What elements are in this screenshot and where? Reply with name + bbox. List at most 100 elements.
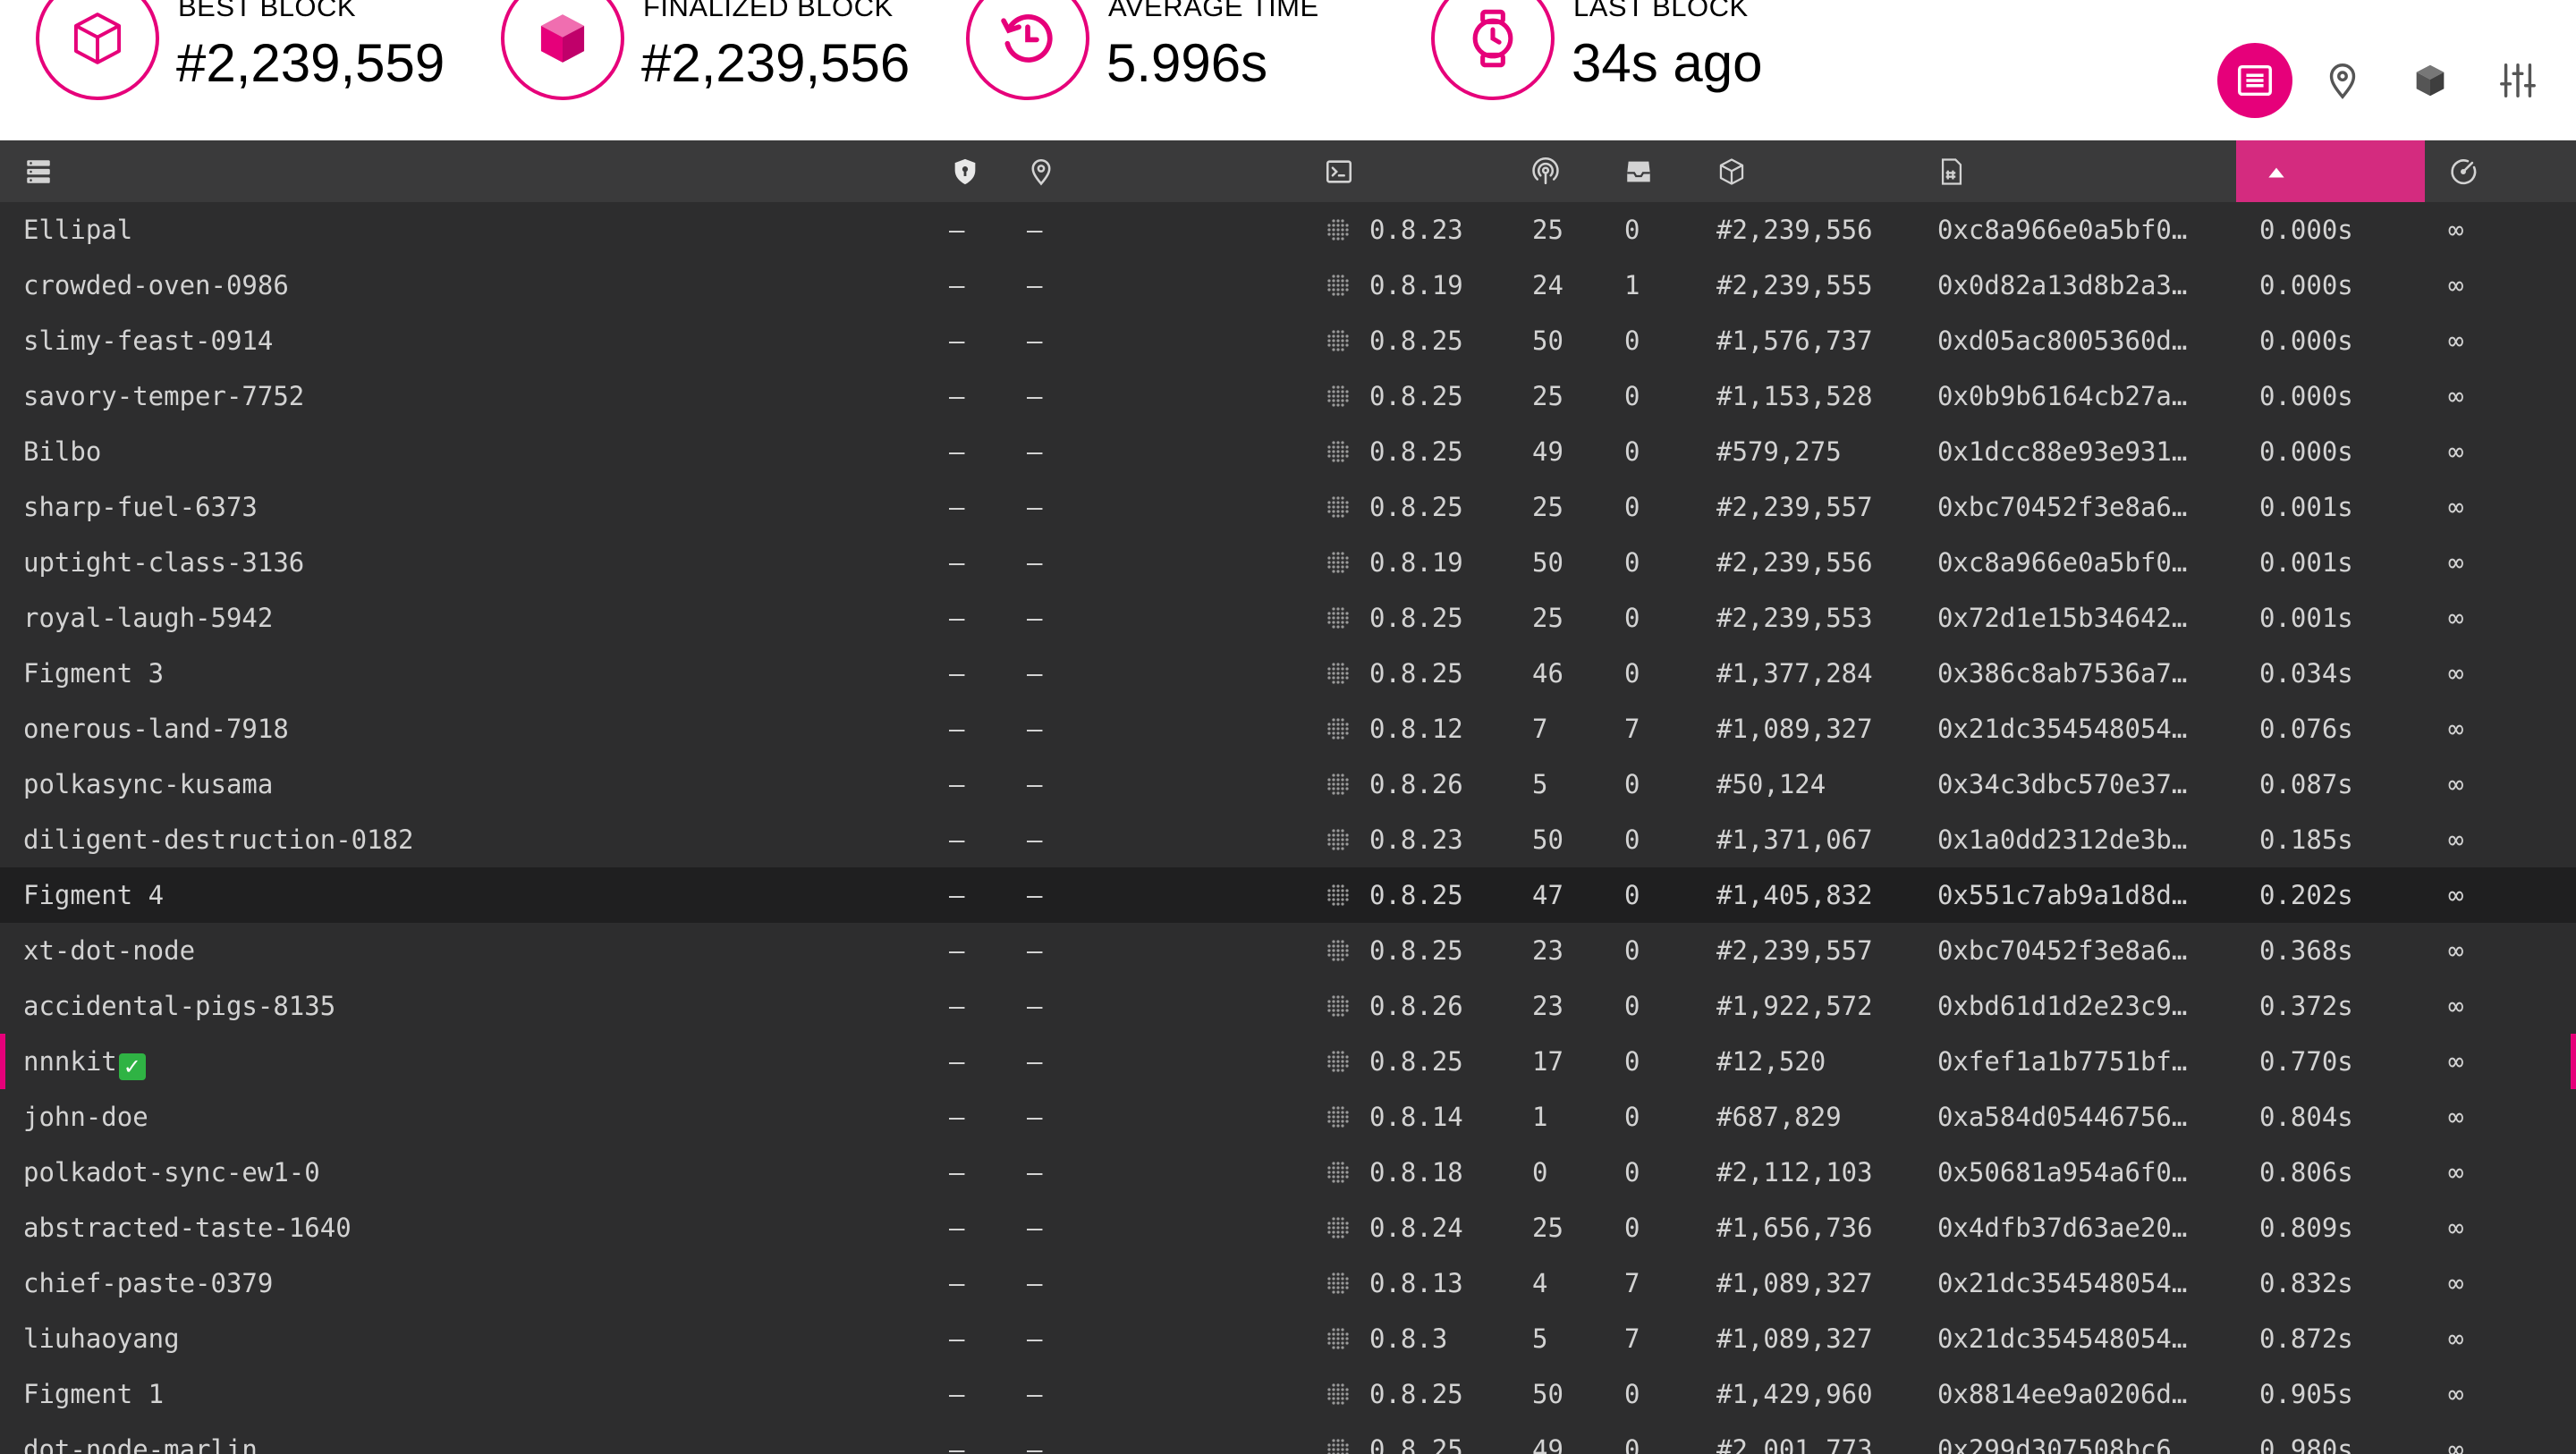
node-name: Figment 3 bbox=[23, 658, 164, 689]
location-cell: – bbox=[1027, 824, 1043, 855]
column-location[interactable] bbox=[1026, 156, 1056, 187]
table-row[interactable]: Figment 1 – – 0.8.25 50 0 #1,429,960 0x8814ee9a… bbox=[0, 1366, 2576, 1422]
column-block-hash[interactable] bbox=[1936, 156, 1967, 187]
block-time-cell: 0.368s bbox=[2259, 935, 2353, 966]
node-name: polkadot-sync-ew1-0 bbox=[23, 1157, 320, 1188]
stat-average-time-value: 5.996s bbox=[1106, 33, 1268, 93]
table-row[interactable]: john-doe – – 0.8.14 1 0 #687,829 0xa584d0544675… bbox=[0, 1089, 2576, 1145]
stat-last-block-circle bbox=[1431, 0, 1555, 100]
table-row[interactable]: liuhaoyang – – 0.8.3 5 7 #1,089,327 0x21dc35454… bbox=[0, 1311, 2576, 1366]
column-node-name[interactable] bbox=[23, 156, 54, 187]
transactions-cell: 0 bbox=[1624, 1379, 1640, 1409]
list-view-button[interactable] bbox=[2217, 43, 2292, 118]
location-cell: – bbox=[1027, 215, 1043, 245]
block-cell: #579,275 bbox=[1716, 436, 1842, 467]
stat-finalized-block-value: #2,239,556 bbox=[641, 33, 911, 93]
block-cell: #687,829 bbox=[1716, 1102, 1842, 1132]
column-block[interactable] bbox=[1716, 156, 1747, 187]
table-row[interactable]: dot-node-marlin – – 0.8.25 49 0 #2,001,773 0x29… bbox=[0, 1422, 2576, 1454]
table-row[interactable]: Ellipal – – 0.8.23 25 0 #2,239,556 0xc8a966e0a5… bbox=[0, 202, 2576, 258]
block-cell: #1,576,737 bbox=[1716, 325, 1873, 356]
stats-header: BEST BLOCK #2,239,559 FINALIZED BLOCK #2… bbox=[0, 0, 2576, 140]
version-cell: 0.8.18 bbox=[1369, 1157, 1463, 1188]
table-row[interactable]: xt-dot-node – – 0.8.25 23 0 #2,239,557 0xbc7045… bbox=[0, 923, 2576, 978]
column-block-time-sorted[interactable] bbox=[2236, 140, 2425, 202]
column-validator[interactable] bbox=[950, 156, 980, 187]
sort-ascending-icon bbox=[2268, 167, 2284, 178]
propagation-cell: ∞ bbox=[2448, 714, 2464, 744]
map-view-button[interactable] bbox=[2305, 43, 2380, 118]
server-icon bbox=[27, 160, 50, 183]
column-implementation[interactable] bbox=[1324, 156, 1354, 187]
table-row[interactable]: Figment 3 – – 0.8.25 46 0 #1,377,284 0x386c8ab7… bbox=[0, 646, 2576, 701]
block-time-cell: 0.087s bbox=[2259, 769, 2353, 799]
block-cell: #1,429,960 bbox=[1716, 1379, 1873, 1409]
table-row[interactable]: crowded-oven-0986 – – 0.8.19 24 1 #2,239,555 0x… bbox=[0, 258, 2576, 313]
location-cell: – bbox=[1027, 1379, 1043, 1409]
propagation-cell: ∞ bbox=[2448, 1102, 2464, 1132]
transactions-cell: 1 bbox=[1624, 270, 1640, 300]
settings-button[interactable] bbox=[2480, 43, 2555, 118]
block-hash-cell: 0xd05ac8005360d… bbox=[1937, 325, 2188, 356]
implementation-icon bbox=[1325, 882, 1352, 909]
location-pin-icon bbox=[1031, 158, 1051, 186]
block-time-cell: 0.980s bbox=[2259, 1434, 2353, 1454]
block-cell: #2,001,773 bbox=[1716, 1434, 1873, 1454]
table-row[interactable]: accidental-pigs-8135 – – 0.8.26 23 0 #1,922,57… bbox=[0, 978, 2576, 1034]
validator-cell: – bbox=[949, 215, 965, 245]
consensus-button[interactable] bbox=[2393, 43, 2468, 118]
node-name: crowded-oven-0986 bbox=[23, 270, 289, 300]
stat-last-block-value: 34s ago bbox=[1572, 33, 1763, 93]
location-cell: – bbox=[1027, 381, 1043, 411]
implementation-icon bbox=[1325, 993, 1352, 1019]
implementation-icon bbox=[1325, 438, 1352, 465]
version-cell: 0.8.25 bbox=[1369, 658, 1463, 689]
version-cell: 0.8.26 bbox=[1369, 769, 1463, 799]
transactions-cell: 0 bbox=[1624, 603, 1640, 633]
column-peers[interactable] bbox=[1530, 156, 1561, 187]
table-row[interactable]: royal-laugh-5942 – – 0.8.25 25 0 #2,239,553 0x7… bbox=[0, 590, 2576, 646]
propagation-cell: ∞ bbox=[2448, 1379, 2464, 1409]
table-row[interactable]: Bilbo – – 0.8.25 49 0 #579,275 0x1dcc88e93e931…… bbox=[0, 424, 2576, 479]
propagation-cell: ∞ bbox=[2448, 880, 2464, 910]
block-time-cell: 0.202s bbox=[2259, 880, 2353, 910]
inbox-icon bbox=[1627, 161, 1650, 182]
block-cell: #2,239,556 bbox=[1716, 215, 1873, 245]
block-time-cell: 0.001s bbox=[2259, 492, 2353, 522]
table-row[interactable]: uptight-class-3136 – – 0.8.19 50 0 #2,239,556 0… bbox=[0, 535, 2576, 590]
node-name: accidental-pigs-8135 bbox=[23, 991, 335, 1021]
block-time-cell: 0.001s bbox=[2259, 603, 2353, 633]
implementation-icon bbox=[1325, 549, 1352, 576]
table-row[interactable]: savory-temper-7752 – – 0.8.25 25 0 #1,153,528 0… bbox=[0, 368, 2576, 424]
table-row[interactable]: chief-paste-0379 – – 0.8.13 4 7 #1,089,327 0x21… bbox=[0, 1255, 2576, 1311]
location-cell: – bbox=[1027, 991, 1043, 1021]
table-row[interactable]: diligent-destruction-0182 – – 0.8.23 50 0 #1,3… bbox=[0, 812, 2576, 867]
peers-cell: 50 bbox=[1532, 325, 1563, 356]
table-row[interactable]: abstracted-taste-1640 – – 0.8.24 25 0 #1,656,7… bbox=[0, 1200, 2576, 1255]
table-row[interactable]: Figment 4 – – 0.8.25 47 0 #1,405,832 0x551c7ab9… bbox=[0, 867, 2576, 923]
location-cell: – bbox=[1027, 325, 1043, 356]
column-transactions[interactable] bbox=[1623, 156, 1654, 187]
block-hash-cell: 0xbc70452f3e8a6… bbox=[1937, 492, 2188, 522]
cube-outline-icon bbox=[73, 13, 122, 64]
table-row[interactable]: nnnkit ✓ – – 0.8.25 17 0 #12,520 0xfef1a1b7751bf… bbox=[0, 1034, 2576, 1089]
block-time-cell: 0.372s bbox=[2259, 991, 2353, 1021]
table-row[interactable]: slimy-feast-0914 – – 0.8.25 50 0 #1,576,737 0xd… bbox=[0, 313, 2576, 368]
location-cell: – bbox=[1027, 769, 1043, 799]
transactions-cell: 0 bbox=[1624, 658, 1640, 689]
block-hash-cell: 0x0d82a13d8b2a3… bbox=[1937, 270, 2188, 300]
table-row[interactable]: onerous-land-7918 – – 0.8.12 7 7 #1,089,327 0x2… bbox=[0, 701, 2576, 757]
table-row[interactable]: polkasync-kusama – – 0.8.26 5 0 #50,124 0x34c3d… bbox=[0, 757, 2576, 812]
block-hash-cell: 0xbd61d1d2e23c9… bbox=[1937, 991, 2188, 1021]
peers-cell: 25 bbox=[1532, 603, 1563, 633]
transactions-cell: 7 bbox=[1624, 1323, 1640, 1354]
peers-cell: 49 bbox=[1532, 436, 1563, 467]
column-propagation[interactable] bbox=[2448, 156, 2479, 187]
table-row[interactable]: polkadot-sync-ew1-0 – – 0.8.18 0 0 #2,112,103 0… bbox=[0, 1145, 2576, 1200]
table-row[interactable]: sharp-fuel-6373 – – 0.8.25 25 0 #2,239,557 0xbc… bbox=[0, 479, 2576, 535]
block-hash-cell: 0x72d1e15b34642… bbox=[1937, 603, 2188, 633]
node-name: dot-node-marlin bbox=[23, 1434, 258, 1454]
node-name: Figment 4 bbox=[23, 880, 164, 910]
node-name-text: accidental-pigs-8135 bbox=[23, 991, 336, 1021]
node-name: slimy-feast-0914 bbox=[23, 325, 273, 356]
